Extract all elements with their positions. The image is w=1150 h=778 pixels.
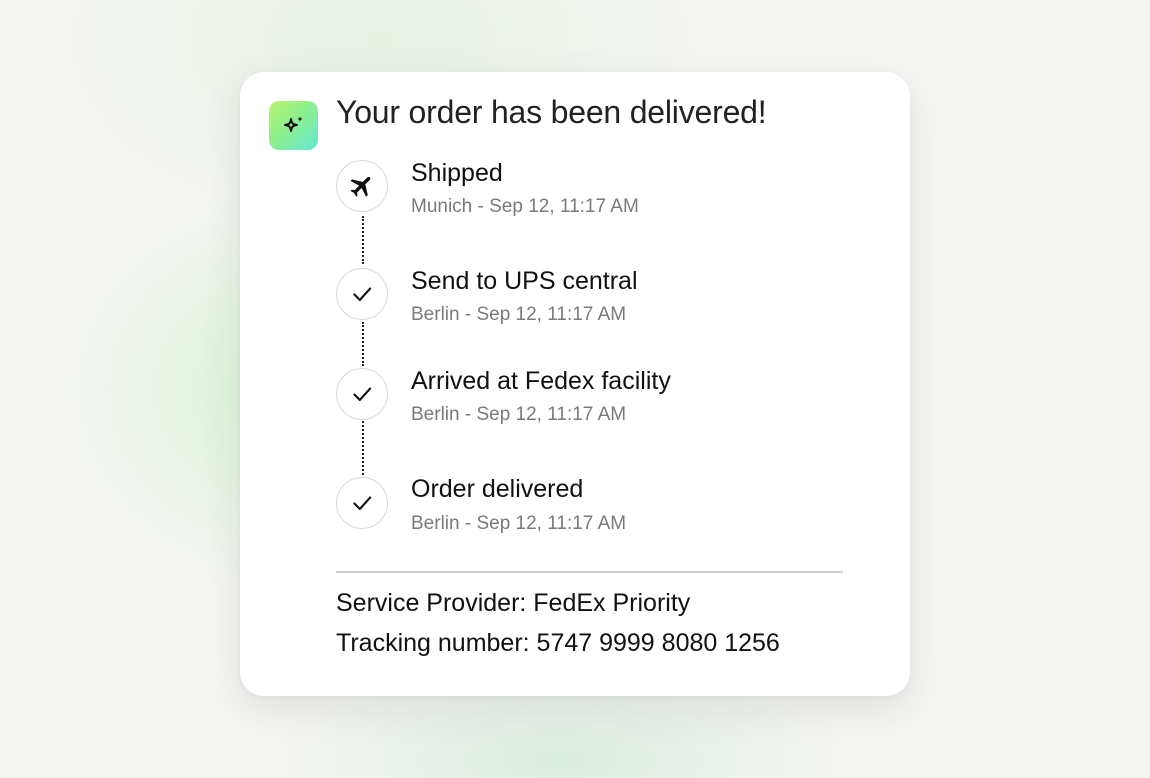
step-title: Order delivered: [411, 475, 584, 503]
divider: [336, 571, 843, 573]
step-title: Send to UPS central: [411, 267, 638, 295]
step-detail: Berlin - Sep 12, 11:17 AM: [411, 304, 627, 325]
airplane-icon: [336, 160, 388, 212]
step-detail: Berlin - Sep 12, 11:17 AM: [411, 404, 627, 425]
timeline-connector: [362, 322, 364, 366]
checkmark-icon: [336, 368, 388, 420]
timeline-connector: [362, 421, 364, 475]
step-detail: Berlin - Sep 12, 11:17 AM: [411, 513, 627, 534]
tracking-number: Tracking number: 5747 9999 8080 1256: [336, 629, 780, 657]
step-title: Arrived at Fedex facility: [411, 367, 671, 395]
checkmark-icon: [336, 477, 388, 529]
step-title: Shipped: [411, 159, 503, 187]
step-detail: Munich - Sep 12, 11:17 AM: [411, 196, 639, 217]
timeline-connector: [362, 216, 364, 264]
service-provider: Service Provider: FedEx Priority: [336, 589, 691, 617]
order-status-card: Your order has been delivered! Shipped M…: [240, 72, 910, 696]
shipment-timeline: Shipped Munich - Sep 12, 11:17 AM Send t…: [240, 72, 910, 552]
checkmark-icon: [336, 268, 388, 320]
